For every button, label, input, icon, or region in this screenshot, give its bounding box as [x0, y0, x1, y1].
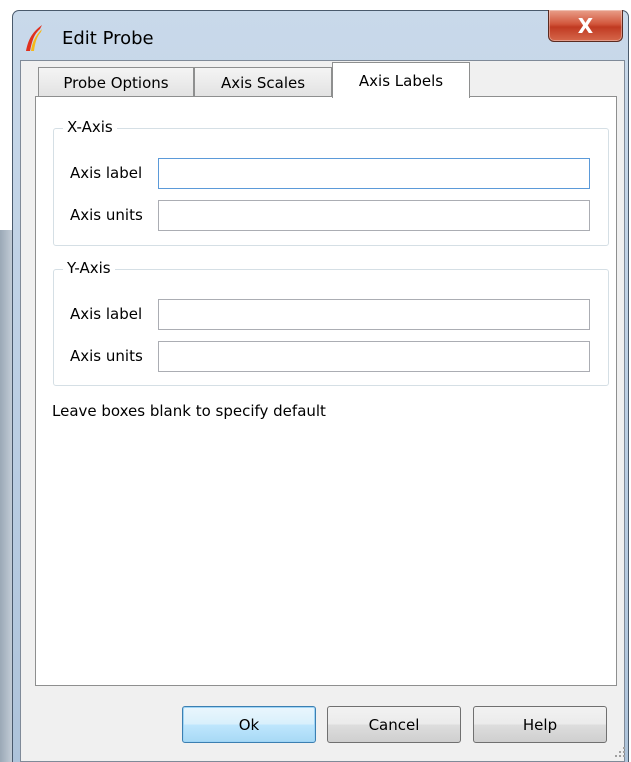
x-axis-units-caption: Axis units	[70, 206, 143, 224]
cancel-button[interactable]: Cancel	[327, 706, 461, 743]
y-axis-label-input[interactable]	[158, 299, 590, 330]
y-axis-group-title: Y-Axis	[63, 259, 115, 277]
close-button[interactable]: X	[548, 10, 623, 42]
x-axis-label-input[interactable]	[158, 158, 590, 189]
close-icon: X	[577, 13, 594, 38]
hint-text: Leave boxes blank to specify default	[52, 402, 326, 420]
y-axis-units-input[interactable]	[158, 341, 590, 372]
x-axis-label-caption: Axis label	[70, 164, 143, 182]
tab-label: Axis Scales	[220, 73, 306, 92]
tab-label: Axis Labels	[358, 71, 444, 90]
app-logo-icon	[26, 25, 42, 51]
y-axis-label-caption: Axis label	[70, 305, 143, 323]
window-title: Edit Probe	[62, 28, 154, 49]
tab-probe-options[interactable]: Probe Options	[38, 67, 194, 97]
x-axis-units-input[interactable]	[158, 200, 590, 231]
y-axis-units-caption: Axis units	[70, 347, 143, 365]
tab-axis-scales[interactable]: Axis Scales	[194, 67, 332, 97]
tab-axis-labels[interactable]: Axis Labels	[332, 62, 470, 98]
x-axis-group-title: X-Axis	[63, 118, 117, 136]
ok-button[interactable]: Ok	[182, 706, 316, 743]
resize-grip-icon[interactable]	[612, 744, 626, 758]
help-button[interactable]: Help	[473, 706, 607, 743]
background-strip	[0, 230, 12, 762]
tab-label: Probe Options	[63, 73, 169, 92]
